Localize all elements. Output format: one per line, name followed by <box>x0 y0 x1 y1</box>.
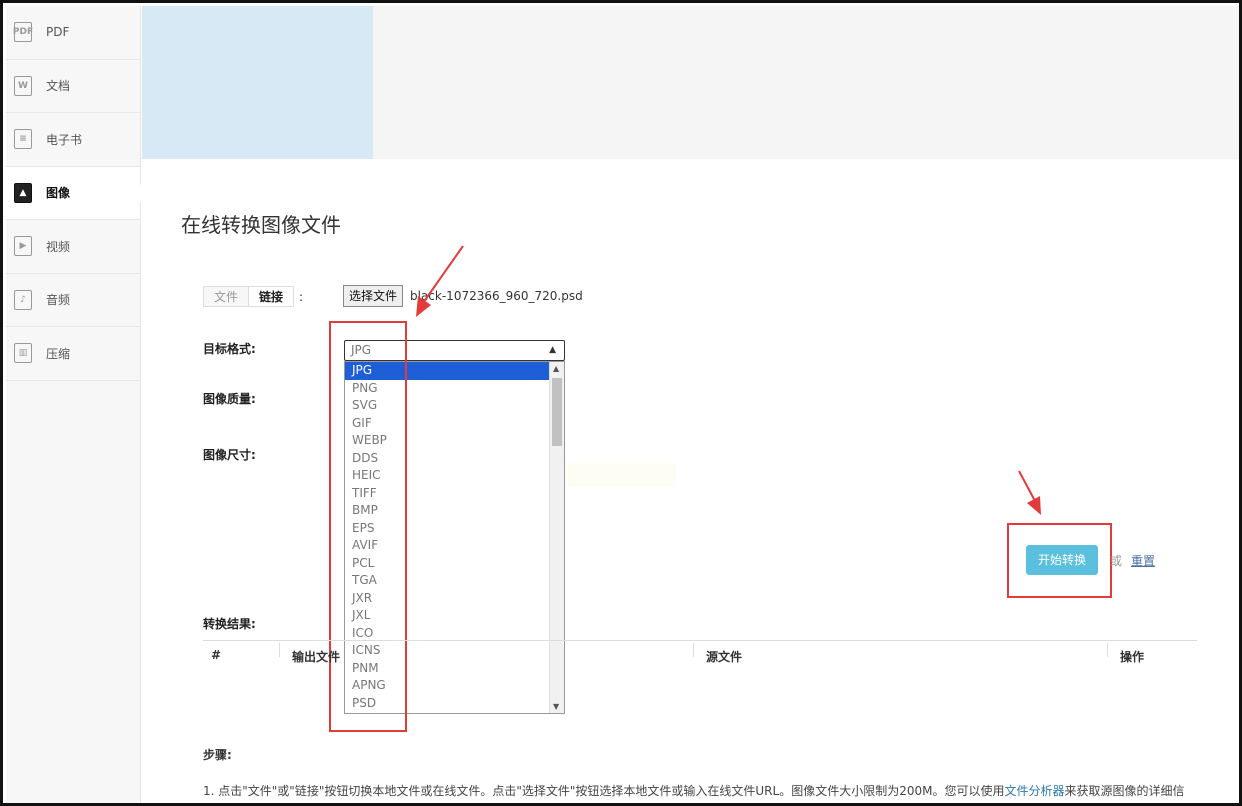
annotation-arrow-start <box>1018 470 1041 515</box>
browser-viewport: PDF PDF W 文档 ≡ 电子书 ▲ 图像 ▶ 视频 ♪ 音频 ▥ 压缩 在线转换图像文件 文件 链接… <box>0 0 1242 806</box>
annotation-arrows <box>416 245 1041 515</box>
annotation-arrow-format <box>416 245 464 317</box>
